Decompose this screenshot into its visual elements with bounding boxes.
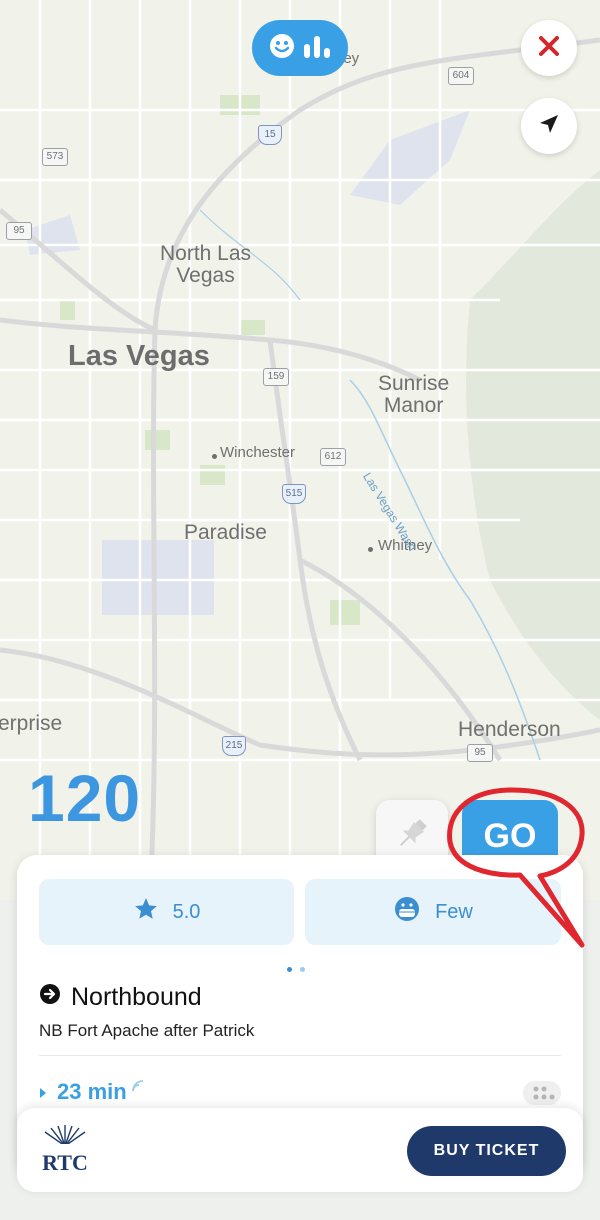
close-icon — [538, 35, 560, 62]
page-indicator — [287, 967, 305, 972]
arrow-right-circle-icon — [39, 983, 61, 1012]
bar-chart-icon — [302, 32, 332, 65]
smile-icon — [268, 32, 296, 65]
rtc-logo: RTC — [39, 1124, 91, 1176]
map-label-north-las-vegas: North Las Vegas — [160, 242, 252, 287]
map-label-paradise: Paradise — [184, 521, 267, 544]
route-shield-515: 515 — [282, 484, 306, 504]
bottom-bar: RTC BUY TICKET — [17, 1108, 583, 1192]
pin-icon — [392, 814, 432, 859]
stop-name: NB Fort Apache after Patrick — [39, 1021, 255, 1040]
route-shield-15: 15 — [258, 125, 282, 145]
realtime-signal-icon — [131, 1073, 145, 1099]
rating-pill[interactable]: 5.0 — [39, 879, 294, 945]
route-shield-95b: 95 — [467, 744, 493, 762]
route-shield-215: 215 — [222, 736, 246, 756]
crowding-pill[interactable]: Few — [305, 879, 561, 945]
map-label-winchester: Winchester — [220, 444, 296, 461]
rate-trip-button[interactable] — [252, 20, 348, 76]
star-icon — [133, 896, 159, 928]
map-label-henderson: Henderson — [458, 718, 561, 741]
close-button[interactable] — [521, 20, 577, 76]
play-caret-icon — [39, 1079, 47, 1105]
direction-row: Northbound — [39, 983, 202, 1012]
mask-face-icon — [393, 895, 421, 929]
map-label-las-vegas: Las Vegas — [68, 340, 210, 372]
rtc-logo-text: RTC — [42, 1150, 88, 1175]
route-shield-95a: 95 — [6, 222, 32, 240]
crowding-value: Few — [435, 900, 473, 923]
map-dot-winchester — [212, 454, 217, 459]
direction-label: Northbound — [71, 983, 202, 1011]
rating-value: 5.0 — [172, 900, 201, 923]
map-label-sunrise-manor: Sunrise Manor — [378, 372, 450, 417]
map-label-enterprise: erprise — [0, 712, 63, 735]
more-options-button[interactable] — [523, 1081, 561, 1105]
eta-row: 23 min — [39, 1079, 145, 1105]
route-shield-612: 612 — [320, 448, 346, 466]
divider — [39, 1055, 561, 1056]
route-shield-573: 573 — [42, 148, 68, 166]
route-shield-604: 604 — [448, 67, 474, 85]
route-shield-159: 159 — [263, 368, 289, 386]
locate-button[interactable] — [521, 98, 577, 154]
route-number: 120 — [28, 761, 142, 835]
buy-ticket-button[interactable]: BUY TICKET — [407, 1126, 566, 1176]
page-dot — [300, 967, 305, 972]
map-dot-whitney — [368, 547, 373, 552]
eta-value: 23 min — [57, 1079, 127, 1104]
location-arrow-icon — [537, 112, 561, 141]
page-dot-active — [287, 967, 292, 972]
